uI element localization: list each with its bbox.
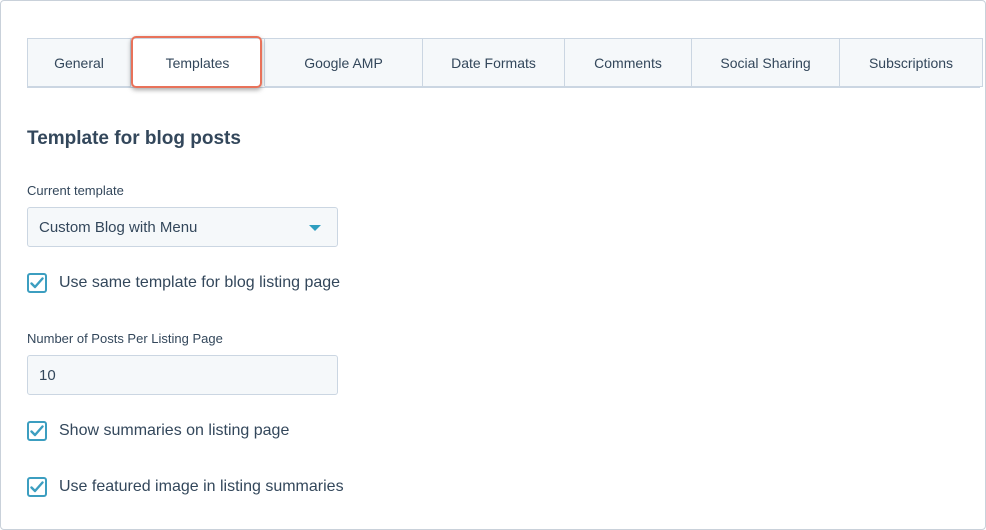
checkmark-icon (30, 481, 44, 493)
tab-label: Comments (594, 54, 662, 71)
tab-divider (27, 87, 980, 88)
same-template-checkbox[interactable] (27, 273, 47, 293)
tab-subscriptions[interactable]: Subscriptions (840, 38, 983, 87)
section-title: Template for blog posts (27, 128, 241, 149)
show-summaries-checkbox[interactable] (27, 421, 47, 441)
show-summaries-label: Show summaries on listing page (59, 422, 290, 439)
tab-social-sharing[interactable]: Social Sharing (692, 38, 840, 87)
tab-comments[interactable]: Comments (565, 38, 692, 87)
same-template-option[interactable]: Use same template for blog listing page (27, 273, 340, 293)
tab-label: Social Sharing (720, 54, 811, 71)
current-template-label: Current template (27, 183, 124, 198)
tab-label: Templates (165, 54, 230, 71)
checkmark-icon (30, 425, 44, 437)
featured-image-option[interactable]: Use featured image in listing summaries (27, 477, 344, 497)
tab-general[interactable]: General (27, 38, 131, 87)
posts-per-page-input[interactable] (27, 355, 338, 395)
settings-tabs: General Templates Google AMP Date Format… (27, 38, 983, 87)
current-template-select[interactable]: Custom Blog with Menu (27, 207, 338, 247)
tab-label: Date Formats (451, 54, 536, 71)
tab-google-amp[interactable]: Google AMP (265, 38, 423, 87)
featured-image-checkbox[interactable] (27, 477, 47, 497)
settings-panel: General Templates Google AMP Date Format… (0, 0, 986, 530)
chevron-down-icon (309, 225, 321, 231)
tab-label: Google AMP (304, 54, 383, 71)
tab-templates[interactable]: Templates (131, 38, 265, 87)
checkmark-icon (30, 277, 44, 289)
tab-label: General (54, 54, 104, 71)
tab-label: Subscriptions (868, 54, 954, 71)
current-template-value: Custom Blog with Menu (39, 218, 198, 236)
tab-date-formats[interactable]: Date Formats (423, 38, 565, 87)
featured-image-label: Use featured image in listing summaries (59, 478, 344, 495)
posts-per-page-label: Number of Posts Per Listing Page (27, 331, 223, 346)
show-summaries-option[interactable]: Show summaries on listing page (27, 421, 289, 441)
same-template-label: Use same template for blog listing page (59, 274, 341, 291)
